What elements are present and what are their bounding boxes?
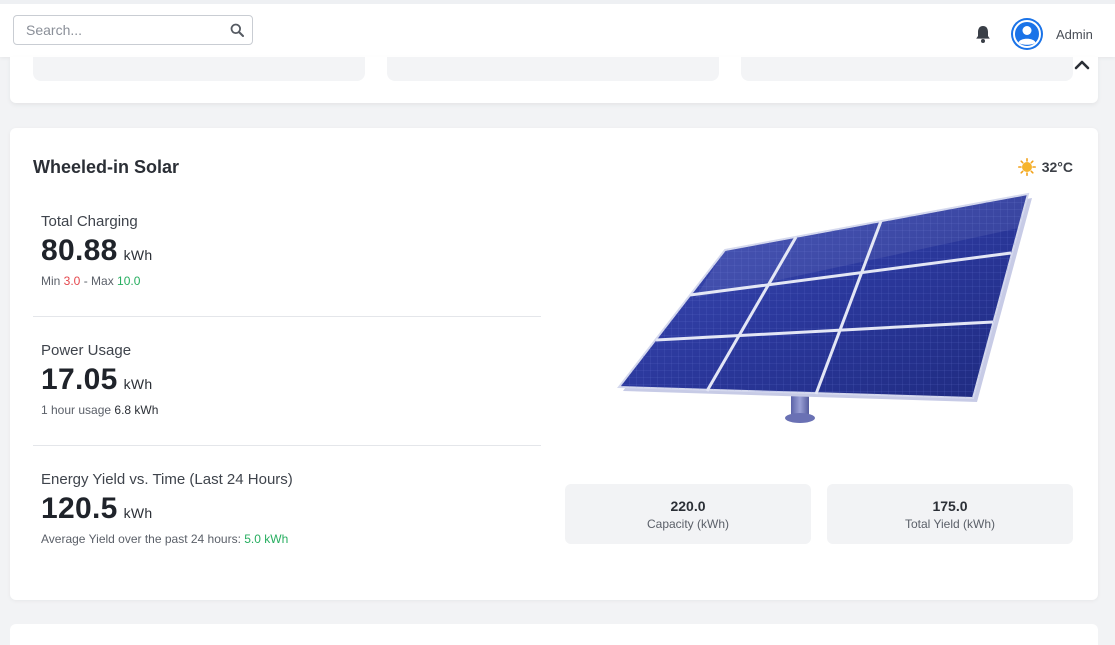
summary-card xyxy=(387,57,719,81)
usage-label: 1 hour usage xyxy=(41,403,115,417)
metric-label: Total Charging xyxy=(41,213,138,230)
metric-value-row: 17.05 kWh xyxy=(41,363,158,397)
capacity-stat: 220.0 Capacity (kWh) xyxy=(565,484,811,544)
stat-value: 220.0 xyxy=(670,498,706,514)
metric-unit: kWh xyxy=(123,505,153,521)
chevron-up-icon[interactable] xyxy=(1074,57,1090,71)
min-value: 3.0 xyxy=(63,274,81,288)
metric-value: 120.5 xyxy=(41,492,118,525)
card-title: Wheeled-in Solar xyxy=(33,157,180,177)
wheeled-in-solar-card: Wheeled-in Solar 32°C Total Charging 80.… xyxy=(10,128,1098,600)
total-yield-stat: 175.0 Total Yield (kWh) xyxy=(827,484,1073,544)
stat-label: Capacity (kWh) xyxy=(646,517,729,531)
collapsed-summary-section xyxy=(10,57,1098,103)
user-icon xyxy=(1013,20,1041,48)
usage-value: 6.8 kWh xyxy=(114,403,159,417)
summary-card xyxy=(33,57,365,81)
notification-bell-icon[interactable] xyxy=(973,24,993,44)
divider xyxy=(33,445,541,446)
top-bar: Admin xyxy=(0,0,1115,57)
energy-yield-metric: Energy Yield vs. Time (Last 24 Hours) 12… xyxy=(41,471,293,546)
max-label: - Max xyxy=(80,274,118,288)
search-box[interactable] xyxy=(13,15,253,45)
metric-unit: kWh xyxy=(123,376,153,392)
search-icon[interactable] xyxy=(230,23,244,37)
metric-subtext: Min 3.0 - Max 10.0 xyxy=(41,274,152,288)
metric-label: Energy Yield vs. Time (Last 24 Hours) xyxy=(41,471,293,488)
search-input[interactable] xyxy=(14,16,224,44)
temperature-widget: 32°C xyxy=(1017,158,1073,176)
metric-value: 17.05 xyxy=(41,363,118,396)
metric-value-row: 120.5 kWh xyxy=(41,492,293,526)
total-charging-metric: Total Charging 80.88 kWh Min 3.0 - Max 10… xyxy=(41,213,152,288)
max-value: 10.0 xyxy=(117,274,141,288)
average-yield-value: 5.0 kWh xyxy=(244,532,289,546)
metric-subtext: Average Yield over the past 24 hours: 5.… xyxy=(41,532,293,546)
temperature-value: 32°C xyxy=(1041,159,1073,175)
power-usage-metric: Power Usage 17.05 kWh 1 hour usage 6.8 kW… xyxy=(41,342,158,417)
metric-unit: kWh xyxy=(123,247,153,263)
metric-value-row: 80.88 kWh xyxy=(41,234,152,268)
solar-panel-image xyxy=(617,192,1032,423)
user-name[interactable]: Admin xyxy=(1056,27,1093,42)
metric-value: 80.88 xyxy=(41,234,118,267)
divider xyxy=(33,316,541,317)
min-label: Min xyxy=(41,274,64,288)
average-yield-label: Average Yield over the past 24 hours: xyxy=(41,532,245,546)
metric-subtext: 1 hour usage 6.8 kWh xyxy=(41,403,158,417)
metric-label: Power Usage xyxy=(41,342,132,359)
next-section-card xyxy=(10,624,1098,645)
sun-icon xyxy=(1017,158,1036,176)
stat-label: Total Yield (kWh) xyxy=(904,517,996,531)
stat-value: 175.0 xyxy=(932,498,968,514)
avatar[interactable] xyxy=(1011,18,1043,50)
summary-card xyxy=(741,57,1073,81)
